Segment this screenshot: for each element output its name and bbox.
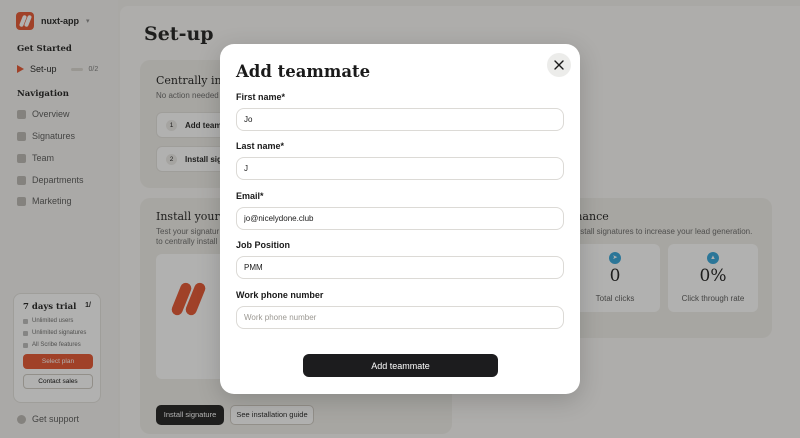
work-phone-input[interactable] xyxy=(236,306,564,329)
email-input[interactable] xyxy=(236,207,564,230)
add-teammate-dialog: Add teammate First name* Last name* Emai… xyxy=(220,44,580,394)
modal-title: Add teammate xyxy=(236,62,371,81)
close-icon xyxy=(554,60,564,70)
add-teammate-button[interactable]: Add teammate xyxy=(303,354,498,377)
last-name-label: Last name* xyxy=(236,141,285,151)
work-phone-label: Work phone number xyxy=(236,290,324,300)
close-button[interactable] xyxy=(547,53,571,77)
first-name-input[interactable] xyxy=(236,108,564,131)
job-position-label: Job Position xyxy=(236,240,290,250)
email-label: Email* xyxy=(236,191,264,201)
first-name-label: First name* xyxy=(236,92,286,102)
last-name-input[interactable] xyxy=(236,157,564,180)
job-position-input[interactable] xyxy=(236,256,564,279)
